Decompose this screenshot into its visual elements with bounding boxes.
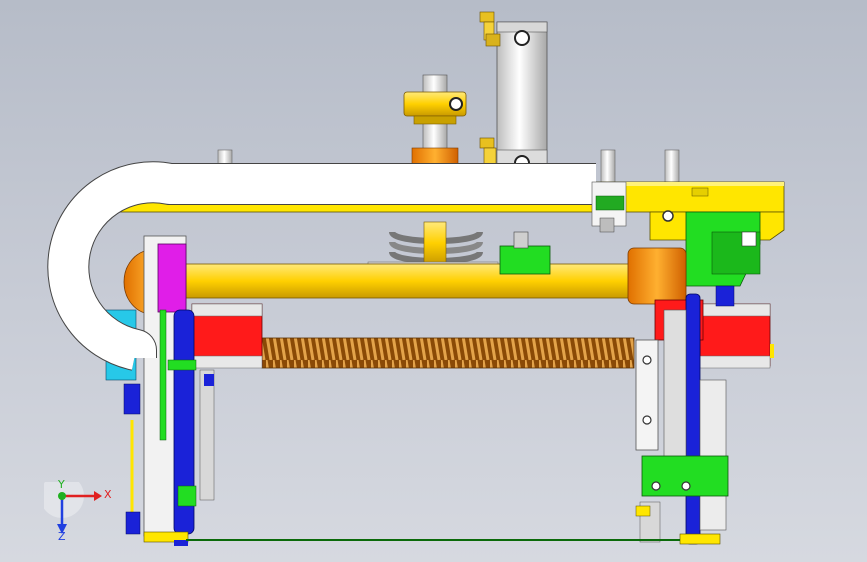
axis-y-label: Y xyxy=(58,478,65,491)
right-green-bracket[interactable] xyxy=(685,211,761,287)
axis-triad: X Y Z xyxy=(40,474,114,544)
axis-z-label: Z xyxy=(58,530,66,543)
green-sensor-block[interactable] xyxy=(499,231,551,275)
pneumatic-cylinder[interactable] xyxy=(496,21,548,181)
compression-spring xyxy=(367,221,499,269)
left-red-block[interactable] xyxy=(191,303,263,369)
lead-screw[interactable] xyxy=(261,337,635,369)
axis-x-label: X xyxy=(104,488,112,501)
mechanical-assembly-model[interactable] xyxy=(0,0,867,562)
cad-viewport[interactable]: X Y Z xyxy=(0,0,867,562)
air-fitting-bottom[interactable] xyxy=(479,137,497,165)
